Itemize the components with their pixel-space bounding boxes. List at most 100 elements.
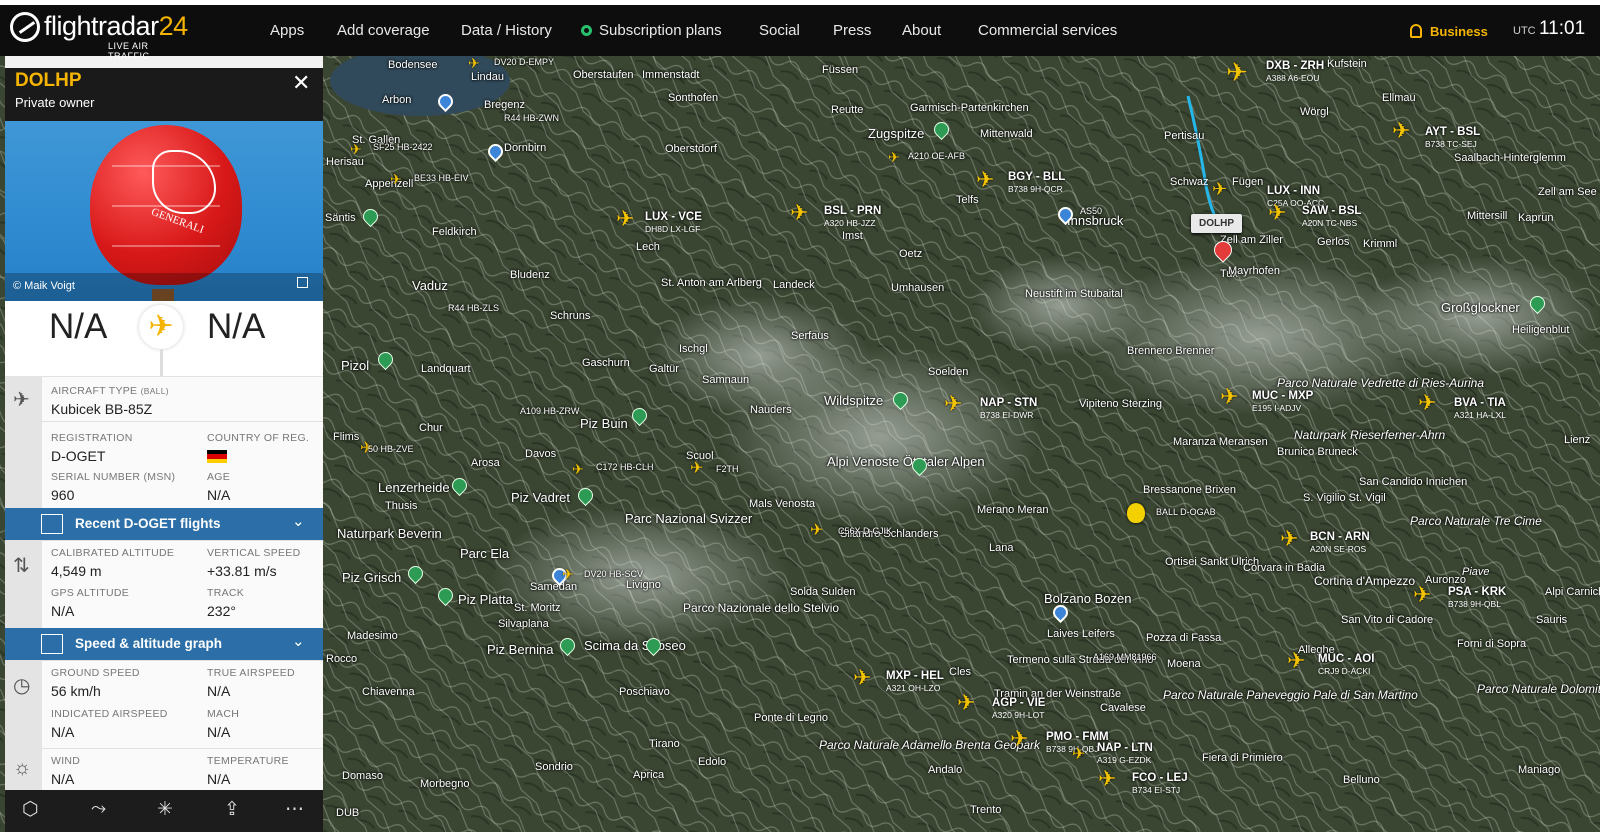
aircraft-icon[interactable]: ✈ [690,458,703,480]
flight-label[interactable]: DXB - ZRH A388 A6-EOU [1266,60,1324,83]
aircraft-label[interactable]: R44 HB-ZLS [448,303,499,313]
aircraft-icon[interactable]: ✈ [1268,202,1286,224]
place-label: Säntis [325,212,356,224]
flight-label[interactable]: PSA - KRK B738 9H-QBL [1448,586,1506,609]
place-label: Parc Nazional Svizzer [625,511,753,526]
flightradar24-logo[interactable]: flightradar24 LIVE AIR TRAFFIC [8,8,188,61]
aircraft-icon[interactable]: ✈ [1287,650,1305,672]
aircraft-icon[interactable]: ✈ [350,138,362,160]
flight-label[interactable]: FCO - LEJ B734 EI-STJ [1132,772,1188,795]
registration-label: REGISTRATION [51,432,133,444]
nav-subscription-plans[interactable]: Subscription plans [581,22,722,39]
nav-commercial-services[interactable]: Commercial services [978,22,1117,39]
chevron-down-icon: ⌄ [292,513,305,530]
flight-label[interactable]: NAP - LTN A319 G-EZDK [1097,742,1153,765]
aircraft-icon[interactable]: ✈ [468,56,480,74]
nav-apps[interactable]: Apps [270,22,304,39]
aircraft-icon[interactable]: ✈ [810,520,823,542]
aircraft-icon[interactable]: ✈ [1413,584,1431,606]
aircraft-icon[interactable]: ✈ [1072,744,1085,766]
aircraft-label[interactable]: BE33 HB-EIV [414,173,469,183]
share-icon[interactable]: ⇪ [224,798,240,821]
flight-label[interactable]: NAP - STN B738 EI-DWR [980,397,1037,420]
place-label: Füssen [822,64,859,76]
aircraft-icon[interactable]: ✈ [790,202,808,224]
aircraft-label[interactable]: A169 MM81966 [1093,652,1157,662]
aircraft-icon[interactable]: ✈ [1392,120,1410,142]
aircraft-photo[interactable]: GENERALI © Maik Voigt [5,121,323,301]
speed-altitude-graph-bar[interactable]: Speed & altitude graph ⌄ [5,628,323,660]
aircraft-label[interactable]: C172 HB-CLH [596,462,654,472]
place-label: Bolzano Bozen [1044,591,1132,606]
aircraft-label[interactable]: 50 HB-ZVE [368,444,414,454]
place-label: Sonthofen [668,92,719,104]
aircraft-label[interactable]: R44 HB-ZWN [504,113,559,123]
aircraft-icon[interactable]: ✈ [1212,178,1227,200]
place-label: Gerlos [1317,236,1350,248]
graph-label: Speed & altitude graph [75,636,223,651]
selected-aircraft-tag[interactable]: DOLHP [1191,214,1242,233]
aircraft-label[interactable]: SF25 HB-2422 [373,142,433,152]
external-link-icon[interactable] [297,277,308,288]
aircraft-icon[interactable]: ✈ [944,393,962,415]
more-icon[interactable]: ⋯ [285,798,304,821]
age-value: N/A [207,487,231,503]
aircraft-icon[interactable]: ✈ [1010,728,1028,750]
close-icon[interactable]: ✕ [292,70,310,96]
place-label: Schruns [550,310,591,322]
flight-label[interactable]: BGY - BLL B738 9H-QCR [1008,171,1065,194]
origin-code[interactable]: N/A [49,307,107,347]
calibrated-altitude-value: 4,549 m [51,563,102,579]
flight-label[interactable]: BVA - TIA A321 HA-LXL [1454,397,1506,420]
photo-credit[interactable]: © Maik Voigt [13,280,75,292]
indicated-airspeed-value: N/A [51,724,75,740]
aircraft-icon[interactable]: ✈ [957,692,975,714]
nav-add-coverage[interactable]: Add coverage [337,22,430,39]
flight-label[interactable]: AGP - VIE A320 9H-LOT [992,697,1045,720]
aircraft-label[interactable]: A109 HB-ZRW [520,406,579,416]
aircraft-label[interactable]: C56X D-CJIK [838,526,892,536]
flight-label[interactable]: SAW - BSL A20N TC-NBS [1302,205,1361,228]
place-label: Arosa [471,457,500,469]
aircraft-icon[interactable]: ✈ [853,667,871,689]
flight-label[interactable]: MXP - HEL A321 OH-LZO [886,670,944,693]
place-label: Telfs [956,194,979,206]
aircraft-icon[interactable]: ✈ [616,208,634,230]
aircraft-label[interactable]: DV20 HB-SCV [584,569,643,579]
destination-code[interactable]: N/A [207,307,265,347]
place-label: Ellmau [1382,92,1416,104]
balloon-marker-icon[interactable] [1127,503,1145,523]
aircraft-label[interactable]: A210 OE-AFB [908,151,965,161]
aircraft-label[interactable]: AS50 [1080,206,1102,216]
aircraft-label[interactable]: DV20 D-EMPY [494,57,554,67]
route-icon[interactable]: ⤳ [91,798,106,820]
aircraft-icon[interactable]: ✈ [1280,528,1298,550]
business-account-button[interactable]: Business [1410,22,1488,39]
aircraft-icon[interactable]: ✈ [1226,59,1248,85]
recent-flights-bar[interactable]: Recent D-OGET flights ⌄ [5,508,323,540]
follow-icon[interactable]: ✳ [157,798,173,821]
nav-about[interactable]: About [902,22,941,39]
nav-press[interactable]: Press [833,22,871,39]
aircraft-icon[interactable]: ✈ [1098,768,1116,790]
flight-label[interactable]: BCN - ARN A20N SE-ROS [1310,531,1370,554]
aircraft-icon[interactable]: ✈ [1418,392,1436,414]
place-label: Mittenwald [980,128,1033,140]
aircraft-icon[interactable]: ✈ [572,458,584,480]
flight-label[interactable]: BSL - PRN A320 HB-JZZ [824,205,881,228]
3d-view-icon[interactable]: ⬡ [22,798,39,821]
aircraft-icon[interactable]: ✈ [390,168,402,190]
flight-label[interactable]: MUC - AOI CRJ9 D-ACKI [1318,653,1374,676]
nav-data-history[interactable]: Data / History [461,22,552,39]
place-label: Piz Vadret [511,490,571,505]
aircraft-label[interactable]: F2TH [716,464,739,474]
flight-label[interactable]: LUX - VCE DH8D LX-LGF [645,211,702,234]
flight-label[interactable]: MUC - MXP E195 I-ADJV [1252,390,1313,413]
aircraft-icon[interactable]: ✈ [1220,386,1238,408]
place-label: Wörgl [1300,106,1329,118]
aircraft-icon[interactable]: ✈ [562,563,574,585]
aircraft-icon[interactable]: ✈ [888,146,900,168]
aircraft-icon[interactable]: ✈ [976,169,994,191]
nav-social[interactable]: Social [759,22,800,39]
flight-label[interactable]: AYT - BSL B738 TC-SEJ [1425,126,1480,149]
